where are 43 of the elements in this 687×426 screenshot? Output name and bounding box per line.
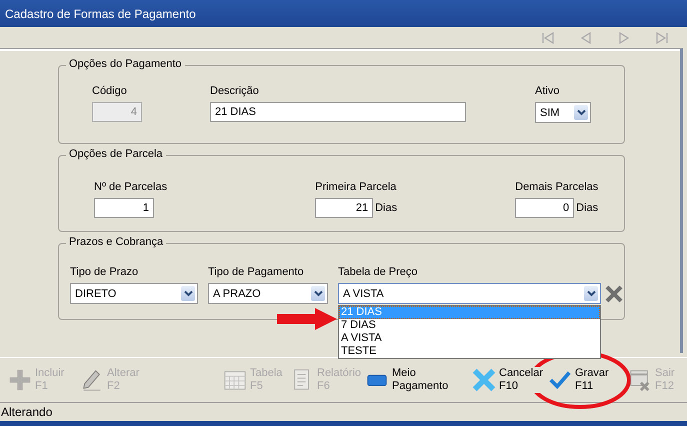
- group-title: Prazos e Cobrança: [66, 236, 166, 248]
- field-label: Código: [92, 85, 128, 98]
- annotation-arrow: [277, 308, 337, 330]
- group-title: Opções do Pagamento: [66, 58, 185, 70]
- dropdown-field[interactable]: A PRAZO: [208, 283, 328, 304]
- toolbar-button[interactable]: Cancelar F10: [472, 367, 544, 393]
- first-record-icon: [541, 32, 555, 44]
- input-field[interactable]: 1: [94, 198, 154, 218]
- cancel-icon: [472, 368, 496, 392]
- field-label: Primeira Parcela: [315, 181, 398, 194]
- chevron-icon: [574, 105, 588, 120]
- last-record-icon: [655, 32, 669, 44]
- window-title: Cadastro de Formas de Pagamento: [5, 6, 196, 20]
- plus-icon: [8, 368, 32, 392]
- calendar-icon: [223, 368, 247, 392]
- dropdown-option[interactable]: A VISTA: [339, 332, 600, 345]
- field-label: Ativo: [535, 85, 560, 98]
- dropdown-option[interactable]: 7 DIAS: [339, 319, 600, 332]
- dropdown-option[interactable]: TESTE: [339, 345, 600, 358]
- previous-icon: [579, 32, 593, 44]
- chevron-icon: [181, 286, 195, 301]
- field-label: Nº de Parcelas: [94, 181, 168, 194]
- input-field[interactable]: 21 DIAS: [210, 102, 466, 122]
- dropdown-field[interactable]: SIM: [535, 102, 591, 123]
- field-label: Tipo de Pagamento: [208, 266, 305, 279]
- group-title: Opções de Parcela: [66, 148, 166, 160]
- clear-icon[interactable]: [605, 284, 623, 302]
- toolbar-button[interactable]: Meio Pagamento: [365, 367, 448, 393]
- next-icon: [617, 32, 631, 44]
- input-field[interactable]: 21: [315, 198, 374, 218]
- chevron-icon: [584, 286, 598, 301]
- field-label: Descrição: [210, 85, 260, 98]
- field-label: Demais Parcelas: [515, 181, 598, 194]
- window-icon: [628, 368, 652, 392]
- dropdown-field[interactable]: A VISTA: [338, 283, 601, 304]
- field-label: Tabela de Preço: [338, 266, 418, 279]
- unit-label: Dias: [375, 202, 398, 214]
- dropdown-field[interactable]: DIRETO: [70, 283, 198, 304]
- field-label: Tipo de Prazo: [70, 266, 140, 279]
- input-field[interactable]: 0: [515, 198, 574, 218]
- chevron-icon: [311, 286, 325, 301]
- unit-label: Dias: [576, 202, 598, 214]
- status-text: Alterando: [1, 405, 52, 419]
